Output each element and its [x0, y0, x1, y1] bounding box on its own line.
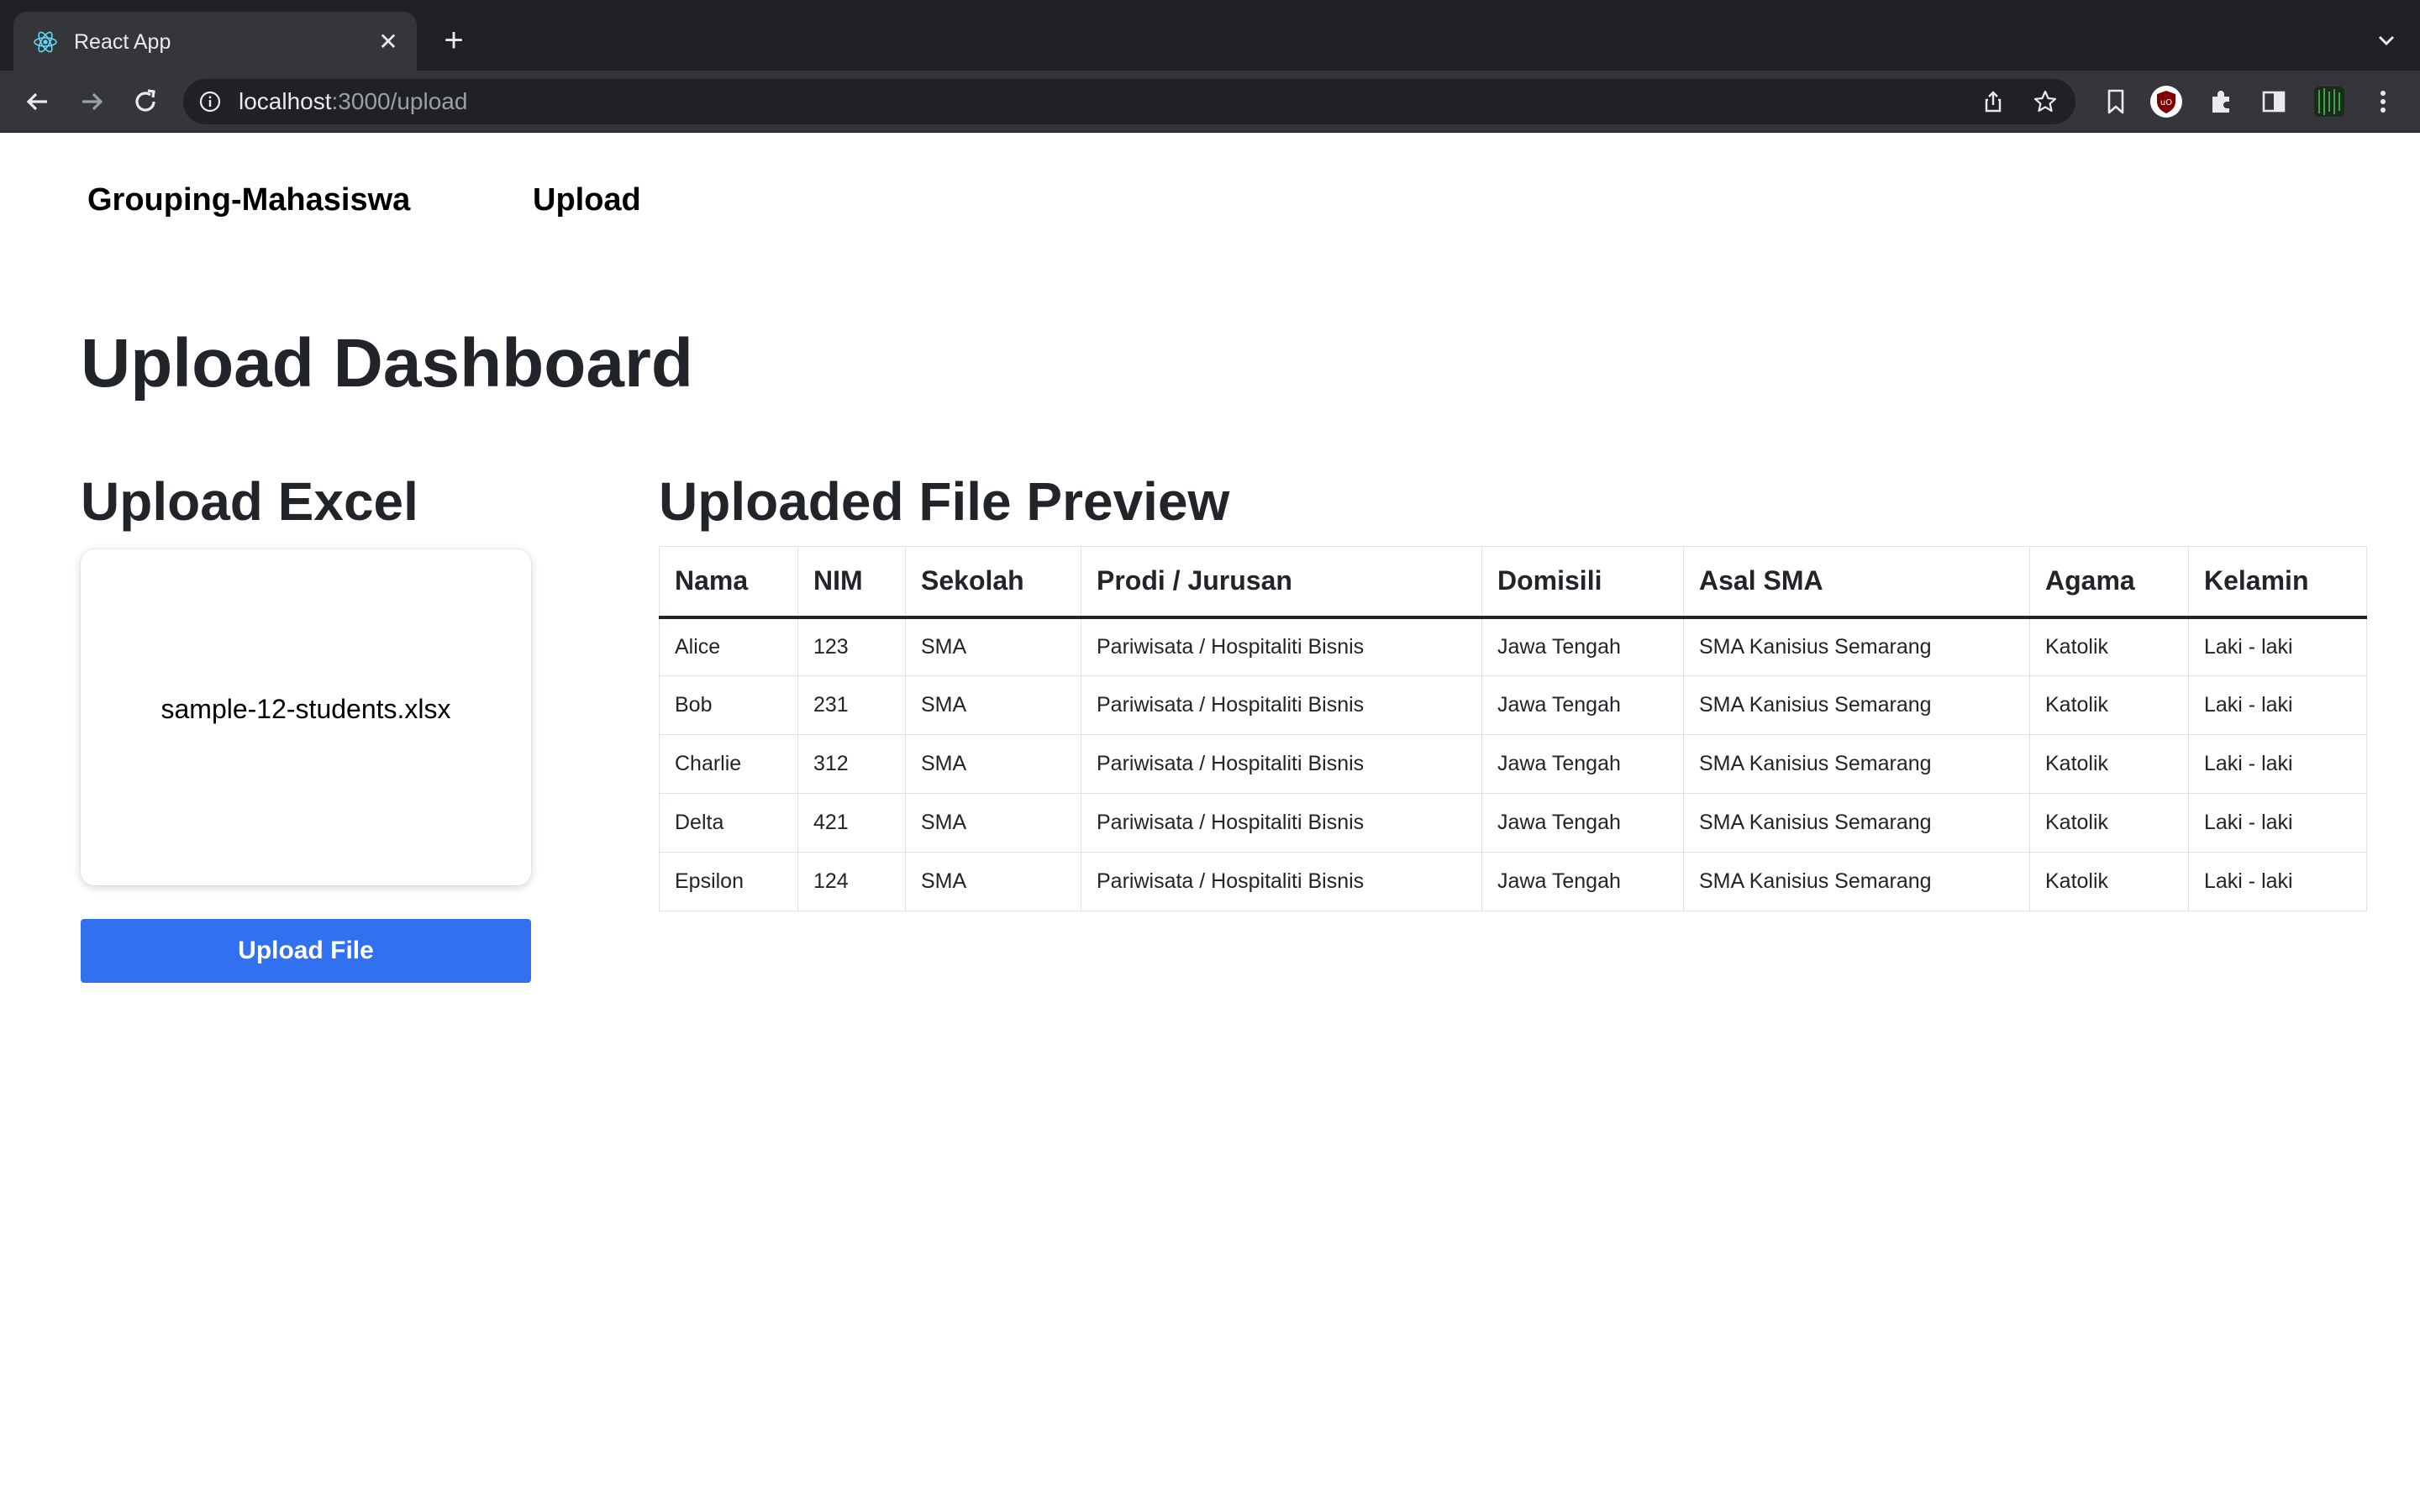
table-cell: Pariwisata / Hospitaliti Bisnis — [1081, 734, 1482, 794]
table-header-row: Nama NIM Sekolah Prodi / Jurusan Domisil… — [659, 546, 2367, 619]
table-row: Delta 421 SMA Pariwisata / Hospitaliti B… — [659, 793, 2367, 853]
chevron-down-icon[interactable] — [2373, 27, 2400, 54]
table-cell: SMA — [905, 852, 1081, 911]
preview-table-wrapper: Nama NIM Sekolah Prodi / Jurusan Domisil… — [659, 546, 2367, 911]
table-row: Bob 231 SMA Pariwisata / Hospitaliti Bis… — [659, 675, 2367, 735]
table-cell: Epsilon — [659, 852, 798, 911]
table-cell: Laki - laki — [2188, 734, 2367, 794]
table-cell: 421 — [797, 793, 906, 853]
side-panel-icon[interactable] — [2257, 85, 2291, 118]
address-bar[interactable]: localhost:3000/upload — [183, 79, 2075, 124]
table-cell: Katolik — [2029, 617, 2189, 676]
table-cell: Pariwisata / Hospitaliti Bisnis — [1081, 793, 1482, 853]
ublock-extension-icon[interactable]: uO — [2149, 85, 2183, 118]
column-header: Prodi / Jurusan — [1081, 546, 1482, 619]
table-cell: Katolik — [2029, 734, 2189, 794]
table-cell: 312 — [797, 734, 906, 794]
svg-text:uO: uO — [2160, 98, 2172, 108]
selected-file-name: sample-12-students.xlsx — [160, 694, 451, 724]
table-cell: Pariwisata / Hospitaliti Bisnis — [1081, 675, 1482, 735]
upload-file-button[interactable]: Upload File — [81, 919, 531, 983]
preview-section-title: Uploaded File Preview — [659, 471, 1230, 532]
table-cell: Jawa Tengah — [1481, 675, 1684, 735]
table-cell: 124 — [797, 852, 906, 911]
react-logo-icon — [34, 31, 57, 53]
new-tab-icon[interactable]: + — [437, 24, 471, 57]
table-cell: Bob — [659, 675, 798, 735]
table-cell: SMA — [905, 734, 1081, 794]
back-arrow-icon[interactable] — [20, 84, 55, 119]
table-cell: Katolik — [2029, 852, 2189, 911]
tab-title: React App — [74, 30, 171, 54]
table-cell: Pariwisata / Hospitaliti Bisnis — [1081, 852, 1482, 911]
table-cell: Charlie — [659, 734, 798, 794]
column-header: Nama — [659, 546, 798, 619]
file-dropzone[interactable]: sample-12-students.xlsx — [81, 549, 531, 885]
nav-link-upload[interactable]: Upload — [533, 181, 641, 218]
url-text[interactable]: localhost:3000/upload — [239, 89, 467, 114]
kebab-menu-icon[interactable] — [2366, 85, 2400, 118]
table-cell: SMA — [905, 793, 1081, 853]
column-header: Agama — [2029, 546, 2189, 619]
forward-arrow-icon[interactable] — [74, 84, 109, 119]
navbar-brand[interactable]: Grouping-Mahasiswa — [87, 181, 410, 218]
table-row: Charlie 312 SMA Pariwisata / Hospitaliti… — [659, 734, 2367, 794]
table-cell: 231 — [797, 675, 906, 735]
share-icon[interactable] — [1980, 88, 2007, 115]
app-navbar: Grouping-Mahasiswa Upload — [0, 133, 2420, 270]
table-cell: SMA Kanisius Semarang — [1683, 852, 2030, 911]
table-row: Alice 123 SMA Pariwisata / Hospitaliti B… — [659, 617, 2367, 676]
info-icon[interactable] — [198, 90, 222, 113]
profile-avatar-icon[interactable] — [2312, 85, 2346, 118]
table-cell: SMA Kanisius Semarang — [1683, 734, 2030, 794]
table-cell: SMA Kanisius Semarang — [1683, 675, 2030, 735]
column-header: Asal SMA — [1683, 546, 2030, 619]
table-cell: SMA — [905, 675, 1081, 735]
close-icon[interactable]: ✕ — [373, 27, 403, 57]
table-cell: SMA Kanisius Semarang — [1683, 617, 2030, 676]
reload-icon[interactable] — [128, 84, 163, 119]
table-cell: Jawa Tengah — [1481, 734, 1684, 794]
preview-table: Nama NIM Sekolah Prodi / Jurusan Domisil… — [659, 546, 2367, 911]
table-cell: Pariwisata / Hospitaliti Bisnis — [1081, 617, 1482, 676]
table-cell: Delta — [659, 793, 798, 853]
table-cell: 123 — [797, 617, 906, 676]
star-icon[interactable] — [2032, 88, 2059, 115]
browser-tab[interactable]: React App ✕ — [13, 12, 417, 71]
column-header: NIM — [797, 546, 906, 619]
table-cell: Laki - laki — [2188, 852, 2367, 911]
browser-toolbar: localhost:3000/upload uO — [0, 71, 2420, 133]
column-header: Domisili — [1481, 546, 1684, 619]
table-cell: Laki - laki — [2188, 675, 2367, 735]
page-title: Upload Dashboard — [81, 325, 693, 402]
table-cell: Jawa Tengah — [1481, 852, 1684, 911]
table-cell: SMA — [905, 617, 1081, 676]
table-cell: Laki - laki — [2188, 793, 2367, 853]
bookmark-icon[interactable] — [2099, 85, 2133, 118]
browser-tab-strip: React App ✕ + — [0, 0, 2420, 71]
table-cell: Alice — [659, 617, 798, 676]
table-cell: Laki - laki — [2188, 617, 2367, 676]
table-cell: Jawa Tengah — [1481, 617, 1684, 676]
extensions-puzzle-icon[interactable] — [2205, 85, 2238, 118]
table-cell: Jawa Tengah — [1481, 793, 1684, 853]
table-cell: SMA Kanisius Semarang — [1683, 793, 2030, 853]
column-header: Sekolah — [905, 546, 1081, 619]
table-row: Epsilon 124 SMA Pariwisata / Hospitaliti… — [659, 852, 2367, 911]
column-header: Kelamin — [2188, 546, 2367, 619]
table-cell: Katolik — [2029, 793, 2189, 853]
upload-section-title: Upload Excel — [81, 471, 418, 532]
table-cell: Katolik — [2029, 675, 2189, 735]
